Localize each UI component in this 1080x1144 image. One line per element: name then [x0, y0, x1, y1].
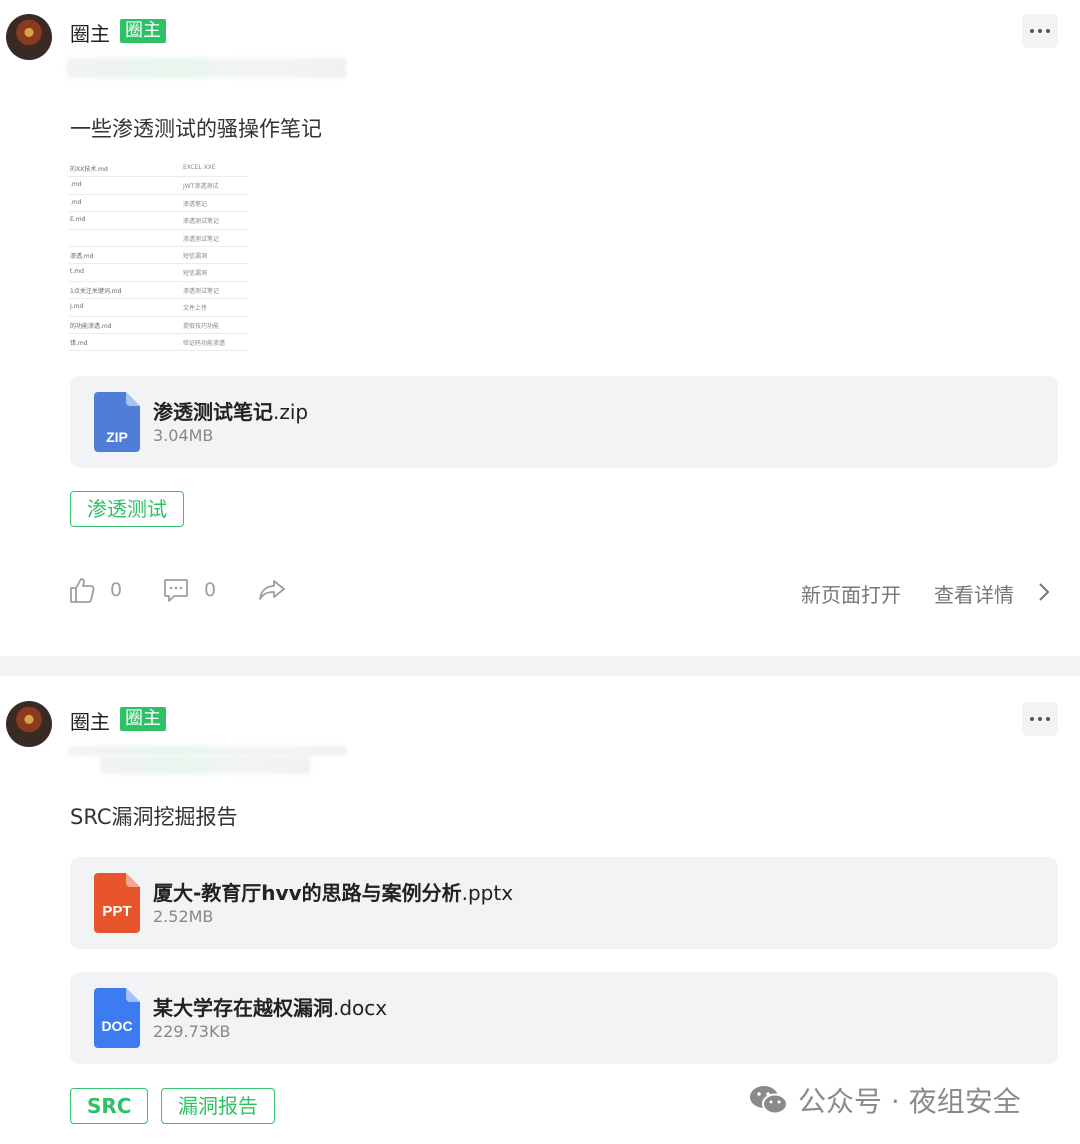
preview-row: .md JWT渗透测试 — [68, 177, 248, 195]
post-text: SRC漏洞挖掘报告 — [70, 805, 238, 829]
comment-button[interactable]: 0 — [162, 576, 216, 604]
preview-filename: E.md — [70, 216, 86, 224]
blurred-timestamp — [100, 756, 310, 774]
preview-filename: 渗透.md — [70, 252, 94, 260]
comment-count: 0 — [204, 579, 217, 601]
preview-row: 1点关注关键词.md 渗透测试笔记 — [68, 282, 248, 300]
tag-pentest[interactable]: 渗透测试 — [70, 491, 184, 527]
svg-text:DOC: DOC — [101, 1018, 132, 1034]
zip-file-icon: ZIP — [94, 392, 140, 452]
post-divider — [0, 656, 1080, 676]
preview-filename: 1点关注关键词.md — [70, 287, 122, 295]
avatar[interactable] — [6, 701, 52, 747]
attachment-preview-image[interactable]: 的XX技术.md EXCEL XXE .md JWT渗透测试 .md 渗透笔记 E.md 渗透… — [68, 160, 248, 352]
preview-row: 的功能渗透.md 提取技巧功能 — [68, 317, 248, 334]
view-details-link[interactable]: 查看详情 — [934, 579, 1014, 608]
like-button[interactable]: 0 — [68, 576, 122, 604]
dot-icon — [1030, 29, 1034, 33]
file-name: 某大学存在越权漏洞.docx — [153, 996, 388, 1020]
preview-category: 短信漏洞 — [183, 252, 208, 260]
preview-category: 文件上传 — [183, 305, 208, 313]
ppt-file-icon: PPT — [94, 873, 140, 933]
file-attachment[interactable]: PPT 厦大-教育厅hvv的思路与案例分析.pptx 2.52MB — [70, 857, 1058, 949]
file-name: 厦大-教育厅hvv的思路与案例分析.pptx — [153, 881, 514, 905]
watermark-text: 公众号 · 夜组安全 — [798, 1085, 1021, 1118]
dot-icon — [1030, 717, 1034, 721]
like-count: 0 — [110, 579, 123, 601]
preview-category: 渗透测试笔记 — [183, 235, 220, 243]
wechat-icon — [750, 1086, 788, 1115]
role-badge: 圈主 — [120, 707, 166, 731]
watermark: 公众号 · 夜组安全 — [748, 1080, 1021, 1120]
preview-category: EXCEL XXE — [183, 164, 216, 171]
file-size: 2.52MB — [153, 907, 214, 926]
dot-icon — [1046, 29, 1050, 33]
preview-filename: .md — [70, 198, 82, 206]
preview-filename: .md — [70, 181, 82, 189]
avatar[interactable] — [6, 14, 52, 60]
preview-filename: J.md — [70, 303, 84, 311]
preview-row: 的XX技术.md EXCEL XXE — [68, 160, 248, 178]
role-badge: 圈主 — [120, 19, 166, 43]
preview-row: 错.md 验证码功能渗透 — [68, 334, 248, 352]
file-size: 3.04MB — [153, 426, 214, 445]
file-attachment[interactable]: DOC 某大学存在越权漏洞.docx 229.73KB — [70, 972, 1058, 1064]
preview-row: .md 渗透笔记 — [68, 195, 248, 213]
preview-category: 渗透测试笔记 — [183, 287, 220, 295]
tag-src[interactable]: SRC — [70, 1088, 149, 1124]
svg-text:PPT: PPT — [102, 903, 131, 920]
more-options-button[interactable] — [1022, 702, 1058, 736]
preview-filename: 的XX技术.md — [70, 166, 108, 173]
post-text: 一些渗透测试的骚操作笔记 — [70, 117, 322, 141]
preview-filename: 的功能渗透.md — [70, 322, 112, 330]
preview-row: 渗透.md 短信漏洞 — [68, 247, 248, 265]
dot-icon — [1038, 29, 1042, 33]
file-attachment[interactable]: ZIP 渗透测试笔记.zip 3.04MB — [70, 376, 1058, 468]
blurred-timestamp — [66, 58, 346, 78]
doc-file-icon: DOC — [94, 988, 140, 1048]
preview-category: 渗透笔记 — [183, 200, 208, 208]
author-name[interactable]: 圈主 — [70, 706, 110, 735]
thumbs-up-icon — [70, 578, 95, 603]
post-card: 圈主 圈主 一些渗透测试的骚操作笔记 的XX技术.md EXCEL XXE .md J… — [0, 0, 1080, 656]
share-button[interactable] — [258, 576, 286, 604]
share-icon — [259, 580, 285, 600]
chevron-right-icon[interactable] — [1036, 581, 1052, 603]
preview-row: J.md 文件上传 — [68, 299, 248, 317]
file-name: 渗透测试笔记.zip — [153, 400, 309, 424]
svg-text:ZIP: ZIP — [106, 429, 128, 445]
blurred-timestamp — [68, 746, 346, 756]
preview-filename: 错.md — [70, 339, 88, 347]
preview-row: t.md 短信漏洞 — [68, 264, 248, 282]
preview-row: 渗透测试笔记 — [68, 230, 248, 247]
preview-category: 验证码功能渗透 — [183, 339, 226, 347]
file-size: 229.73KB — [153, 1022, 231, 1041]
preview-category: 提取技巧功能 — [183, 322, 220, 330]
comment-icon — [164, 579, 188, 602]
tag-vuln-report[interactable]: 漏洞报告 — [161, 1088, 275, 1124]
post-card: 圈主 圈主 SRC漏洞挖掘报告 PPT 厦大-教育厅hvv的思路与案例分析.pp… — [0, 676, 1080, 1144]
open-new-page-link[interactable]: 新页面打开 — [801, 579, 901, 608]
preview-category: 渗透测试笔记 — [183, 218, 220, 226]
preview-category: JWT渗透测试 — [183, 183, 219, 191]
dot-icon — [1038, 717, 1042, 721]
more-options-button[interactable] — [1022, 14, 1058, 48]
author-name[interactable]: 圈主 — [70, 18, 110, 47]
dot-icon — [1046, 717, 1050, 721]
preview-filename: t.md — [70, 268, 84, 276]
preview-row: E.md 渗透测试笔记 — [68, 212, 248, 230]
preview-category: 短信漏洞 — [183, 270, 208, 278]
